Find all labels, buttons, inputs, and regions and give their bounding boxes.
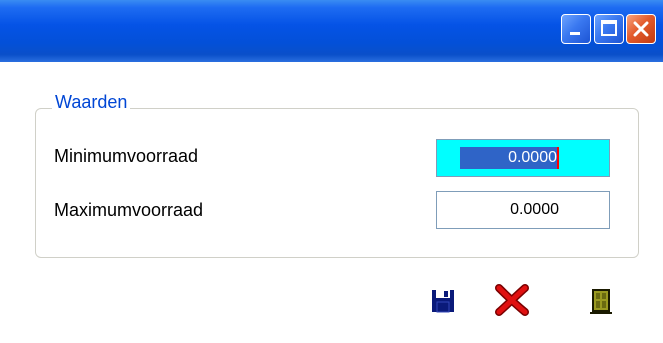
maximize-button[interactable]	[594, 14, 624, 44]
group-legend: Waarden	[52, 92, 131, 113]
save-button[interactable]	[428, 286, 458, 316]
minimize-button[interactable]	[561, 14, 591, 44]
min-stock-value: 0.0000	[460, 147, 559, 169]
maximize-icon	[601, 20, 617, 36]
minimize-icon	[570, 32, 580, 35]
dialog-content: Waarden Minimumvoorraad 0.0000 Maximumvo…	[0, 62, 663, 343]
title-bar[interactable]	[0, 0, 663, 62]
max-stock-input[interactable]: 0.0000	[436, 191, 610, 229]
min-stock-input[interactable]: 0.0000	[436, 139, 610, 177]
max-stock-label: Maximumvoorraad	[54, 200, 204, 220]
min-stock-label: Minimumvoorraad	[54, 146, 199, 166]
close-icon	[633, 21, 649, 37]
exit-button[interactable]	[586, 286, 616, 316]
floppy-disk-icon	[432, 290, 454, 313]
red-x-icon	[495, 284, 529, 316]
dialog-window: Waarden Minimumvoorraad 0.0000 Maximumvo…	[0, 0, 663, 343]
values-groupbox	[35, 108, 639, 258]
door-icon	[590, 289, 612, 314]
close-button[interactable]	[626, 14, 656, 44]
cancel-button[interactable]	[494, 283, 530, 317]
